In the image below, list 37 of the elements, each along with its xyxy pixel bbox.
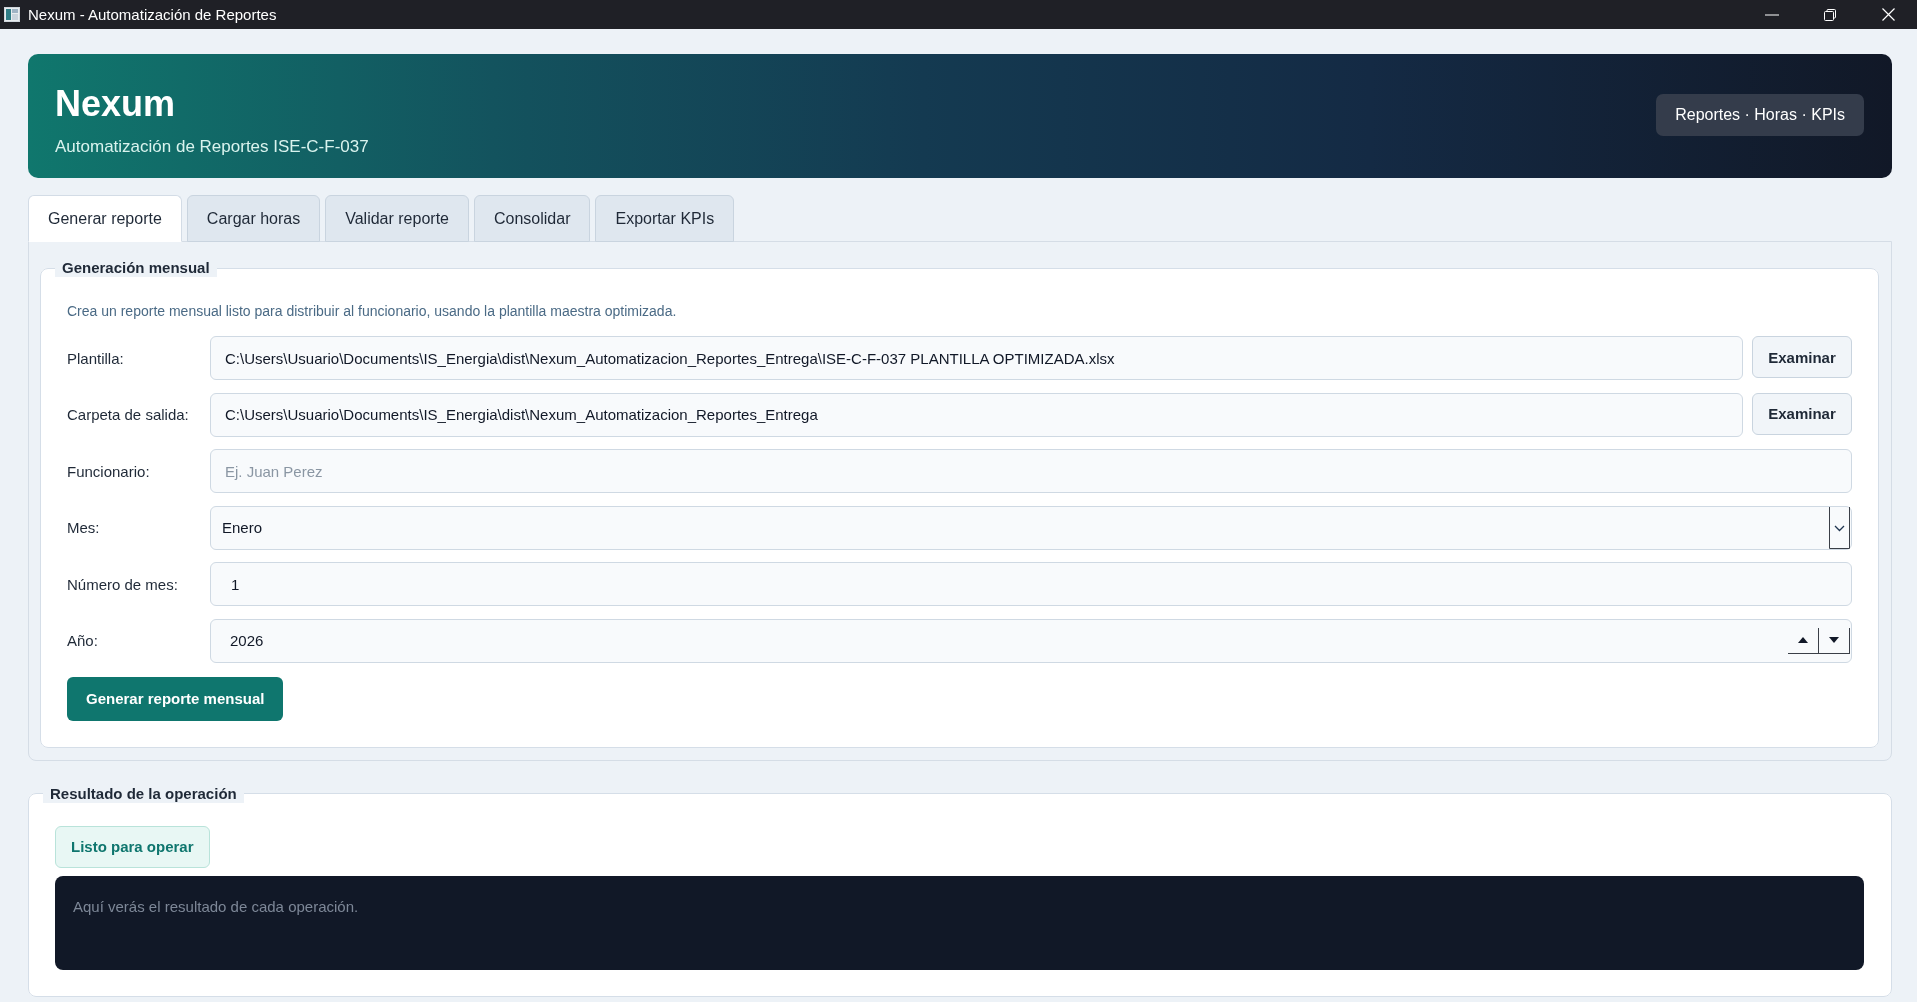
app-title: Nexum bbox=[55, 84, 176, 124]
text-field[interactable]: Ej. Juan Perez bbox=[210, 449, 1852, 494]
tab[interactable]: Validar reporte bbox=[325, 195, 469, 242]
dropdown[interactable]: Enero bbox=[210, 505, 1852, 550]
triangle-up-icon bbox=[1798, 637, 1808, 644]
window-title: Nexum - Automatización de Reportes bbox=[28, 6, 277, 23]
tab[interactable]: Generar reporte bbox=[28, 195, 182, 242]
header-badge: Reportes · Horas · KPIs bbox=[1656, 94, 1864, 136]
close-icon bbox=[1881, 8, 1895, 21]
number-field[interactable]: 1 bbox=[210, 562, 1852, 607]
output-text: Aquí verás el resultado de cada operación. bbox=[73, 897, 359, 915]
field-label: Funcionario: bbox=[67, 462, 151, 480]
restore-icon bbox=[1824, 8, 1836, 21]
browse-button[interactable]: Examinar bbox=[1752, 392, 1852, 435]
tab[interactable]: Exportar KPIs bbox=[595, 195, 735, 242]
generate-button[interactable]: Generar reporte mensual bbox=[67, 676, 284, 721]
path-field[interactable]: C:\Users\Usuario\Documents\IS_Energia\dist\Nexum_Automatizacion_Reportes_Entrega\ISE-C-F-037 PLANTILLA OPTIMIZADA.xlsx bbox=[210, 336, 1743, 380]
field-label: Número de mes: bbox=[67, 575, 179, 593]
status-badge: Listo para operar bbox=[55, 825, 210, 868]
tab[interactable]: Cargar horas bbox=[186, 195, 321, 242]
section-title: Generación mensual bbox=[55, 259, 217, 277]
description-text: Crea un reporte mensual listo para distribuir al funcionario, usando la plantilla maestra optimizada. bbox=[67, 302, 678, 320]
app-subtitle: Automatización de Reportes ISE-C-F-037 bbox=[55, 136, 369, 158]
minimize-icon bbox=[1765, 13, 1779, 16]
field-label: Plantilla: bbox=[67, 349, 125, 367]
increment-button[interactable] bbox=[1788, 627, 1819, 654]
triangle-down-icon bbox=[1829, 637, 1839, 644]
field-label: Carpeta de salida: bbox=[67, 406, 190, 424]
spin-field[interactable]: 2026 bbox=[210, 618, 1852, 663]
chevron-down-icon bbox=[1829, 506, 1850, 549]
browse-button[interactable]: Examinar bbox=[1752, 336, 1852, 378]
field-label: Año: bbox=[67, 632, 99, 650]
tab[interactable]: Consolidar bbox=[474, 195, 591, 242]
decrement-button[interactable] bbox=[1819, 627, 1850, 654]
path-field[interactable]: C:\Users\Usuario\Documents\IS_Energia\dist\Nexum_Automatizacion_Reportes_Entrega bbox=[210, 392, 1743, 437]
field-label: Mes: bbox=[67, 519, 101, 537]
app-icon bbox=[4, 7, 20, 22]
